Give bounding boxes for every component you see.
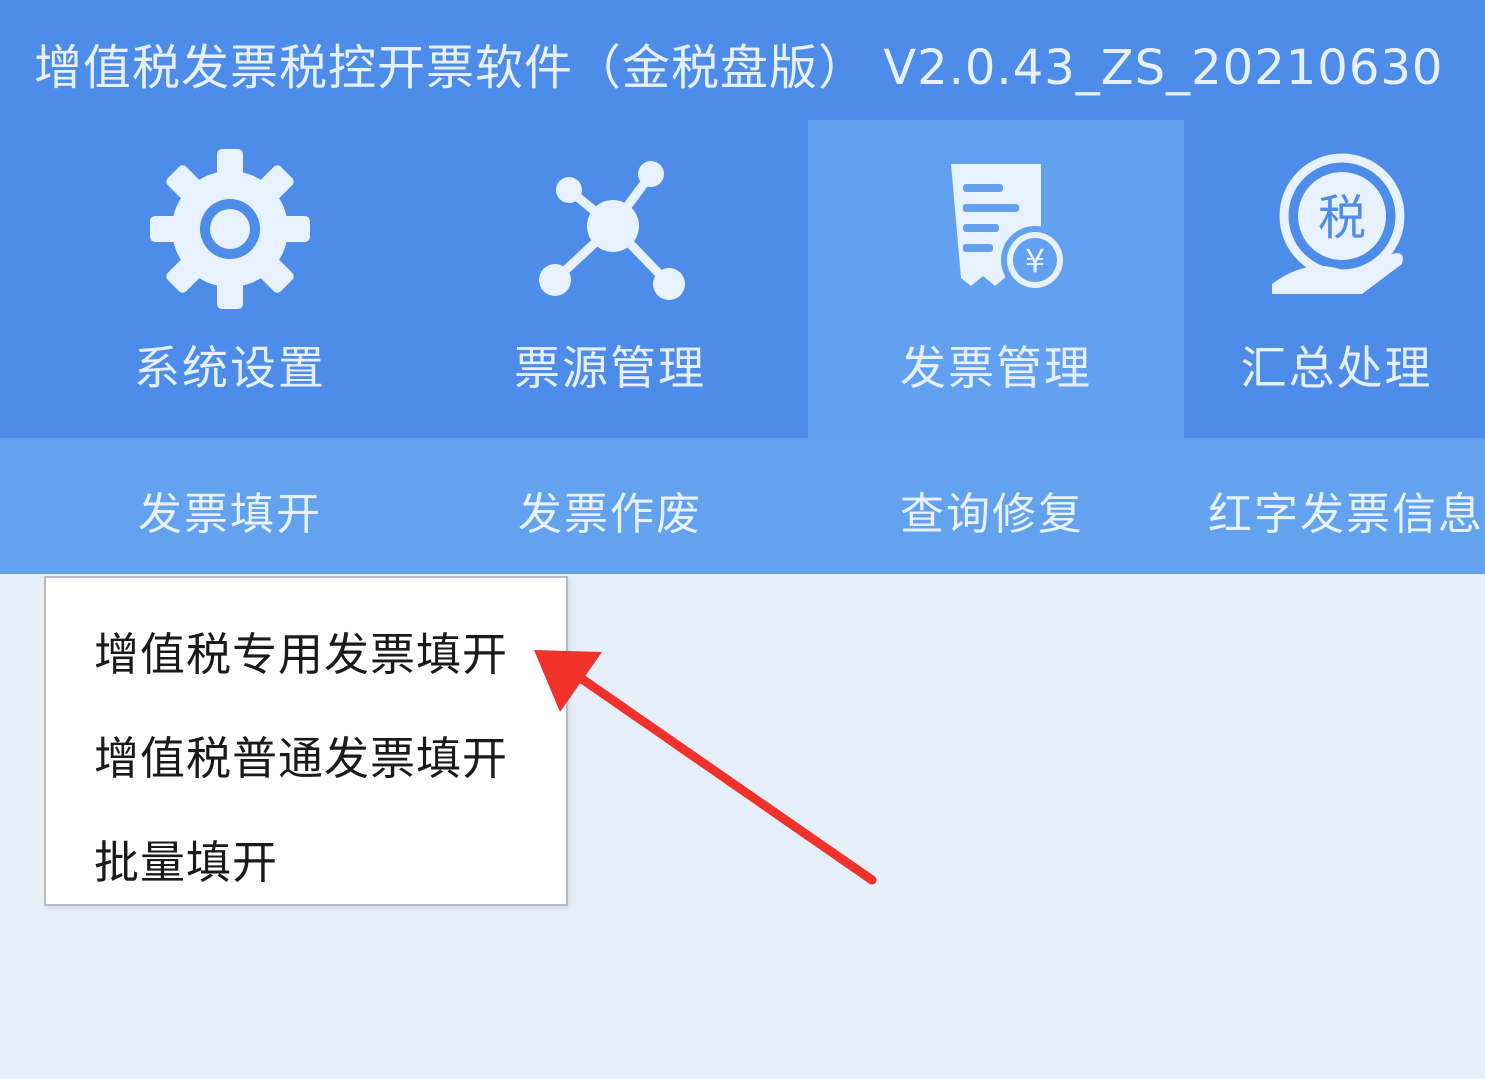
subtab-query-repair[interactable]: 查询修复 [900, 478, 1084, 542]
menu-item-vat-ordinary-invoice[interactable]: 增值税普通发票填开 [94, 722, 508, 787]
svg-text:税: 税 [1317, 190, 1365, 246]
app-window: 增值税发票税控开票软件（金税盘版） V2.0.43_ZS_20210630 系统… [0, 0, 1485, 1079]
module-label: 汇总处理 [1240, 341, 1433, 395]
module-invoice-management[interactable]: ¥ 发票管理 [808, 120, 1184, 438]
tax-hand-icon: 税 [1271, 153, 1404, 294]
sub-toolbar: 发票填开 发票作废 查询修复 红字发票信息 [0, 438, 1485, 574]
red-arrow-icon [534, 650, 877, 885]
subtab-invoice-void[interactable]: 发票作废 [518, 478, 702, 542]
menu-item-vat-special-invoice[interactable]: 增值税专用发票填开 [94, 618, 508, 683]
invoice-yuan-icon: ¥ [951, 164, 1069, 294]
subtab-red-invoice-info[interactable]: 红字发票信息 [1208, 478, 1484, 542]
svg-text:¥: ¥ [1025, 242, 1045, 280]
module-label: 票源管理 [514, 341, 706, 395]
module-label: 发票管理 [900, 341, 1092, 395]
module-summary-processing[interactable]: 税 汇总处理 [1188, 120, 1485, 438]
module-ribbon: 系统设置 票源管理 ¥ 发票管理 税 汇总处理 [0, 120, 1485, 438]
title-bar: 增值税发票税控开票软件（金税盘版） V2.0.43_ZS_20210630 [0, 0, 1485, 120]
subtab-invoice-fill[interactable]: 发票填开 [138, 478, 322, 542]
module-label: 系统设置 [134, 341, 326, 395]
module-system-settings[interactable]: 系统设置 [40, 120, 420, 438]
window-title: 增值税发票税控开票软件（金税盘版） V2.0.43_ZS_20210630 [34, 40, 1444, 96]
gear-icon [150, 149, 310, 309]
invoice-fill-dropdown-menu: 增值税专用发票填开 增值税普通发票填开 批量填开 [44, 576, 568, 906]
module-ticket-source[interactable]: 票源管理 [420, 120, 800, 438]
network-nodes-icon [539, 161, 685, 300]
menu-item-batch-fill[interactable]: 批量填开 [94, 826, 278, 891]
